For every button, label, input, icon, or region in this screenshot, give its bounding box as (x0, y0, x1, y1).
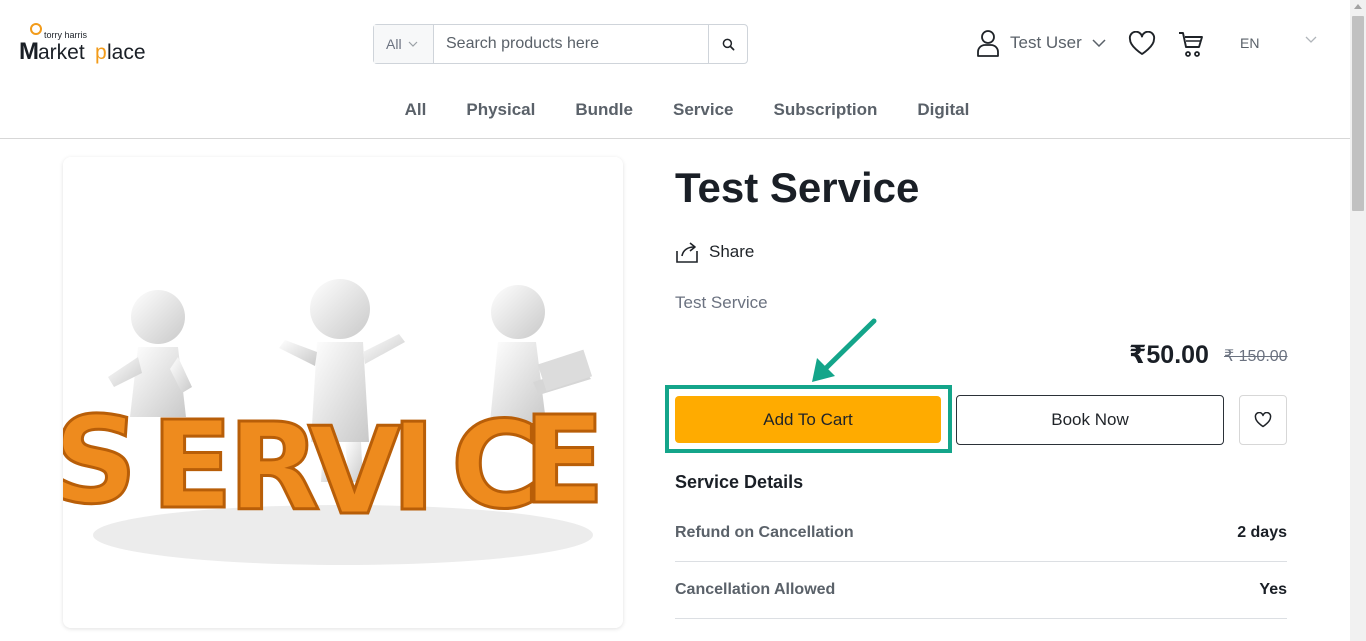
share-button[interactable]: Share (675, 240, 754, 264)
nav-item-service[interactable]: Service (673, 100, 734, 120)
cart-link[interactable] (1178, 30, 1204, 63)
scroll-up-arrow-icon[interactable] (1354, 4, 1362, 9)
svg-text:I: I (391, 399, 436, 538)
svg-text:S: S (63, 391, 143, 531)
nav-item-bundle[interactable]: Bundle (575, 100, 633, 120)
annotation-arrow-icon (812, 318, 877, 382)
scrollbar-thumb[interactable] (1352, 16, 1364, 211)
user-name: Test User (1010, 33, 1082, 52)
heart-icon (1128, 30, 1156, 55)
product-original-price: ₹ 150.00 (1224, 348, 1288, 365)
detail-value: 2 days (1237, 524, 1287, 541)
chevron-down-icon (408, 41, 417, 47)
chevron-down-icon[interactable] (1305, 36, 1317, 43)
search-category-select[interactable]: All (374, 25, 434, 63)
user-icon (977, 30, 999, 57)
brand-small-text: torry harris (44, 30, 88, 40)
site-header: torry harris M arket p lace All Test Use… (0, 0, 1350, 139)
svg-text:lace: lace (107, 41, 146, 64)
page-scrollbar[interactable] (1350, 0, 1366, 641)
search-bar: All (373, 24, 748, 64)
product-price: ₹50.00 (1129, 341, 1209, 369)
marketplace-logo[interactable]: torry harris M arket p lace (18, 22, 150, 65)
language-label[interactable]: EN (1240, 35, 1259, 51)
detail-value: Yes (1259, 581, 1287, 598)
chevron-down-icon (1092, 39, 1106, 47)
share-icon (676, 242, 698, 263)
detail-label: Refund on Cancellation (675, 524, 854, 541)
search-category-label: All (386, 36, 402, 52)
category-nav: All Physical Bundle Service Subscription… (0, 100, 1350, 120)
share-label: Share (709, 242, 755, 261)
svg-text:R: R (228, 399, 320, 538)
heart-icon (1254, 412, 1272, 428)
product-title: Test Service (675, 164, 920, 211)
svg-text:M: M (19, 38, 39, 64)
nav-item-physical[interactable]: Physical (466, 100, 535, 120)
search-button[interactable] (708, 25, 747, 63)
wishlist-link[interactable] (1128, 30, 1156, 61)
nav-item-all[interactable]: All (405, 100, 427, 120)
service-details-title: Service Details (675, 472, 804, 492)
detail-label: Cancellation Allowed (675, 581, 836, 598)
svg-text:V: V (308, 403, 401, 542)
product-image: S E R V I C E (63, 157, 623, 628)
add-to-cart-button[interactable]: Add To Cart (675, 396, 941, 443)
add-to-wishlist-button[interactable] (1239, 395, 1287, 445)
user-menu[interactable]: Test User (976, 28, 1106, 58)
svg-text:E: E (523, 392, 605, 531)
cart-icon (1179, 32, 1203, 57)
search-icon (722, 38, 734, 50)
nav-item-digital[interactable]: Digital (917, 100, 969, 120)
search-input[interactable] (434, 25, 708, 63)
svg-text:arket: arket (38, 41, 85, 64)
product-description: Test Service (675, 293, 768, 312)
service-detail-row: Refund on Cancellation 2 days (675, 505, 1287, 562)
book-now-button[interactable]: Book Now (956, 395, 1224, 445)
svg-text:E: E (151, 397, 233, 536)
svg-text:p: p (95, 41, 107, 64)
nav-item-subscription[interactable]: Subscription (773, 100, 877, 120)
service-detail-row: Cancellation Allowed Yes (675, 562, 1287, 619)
